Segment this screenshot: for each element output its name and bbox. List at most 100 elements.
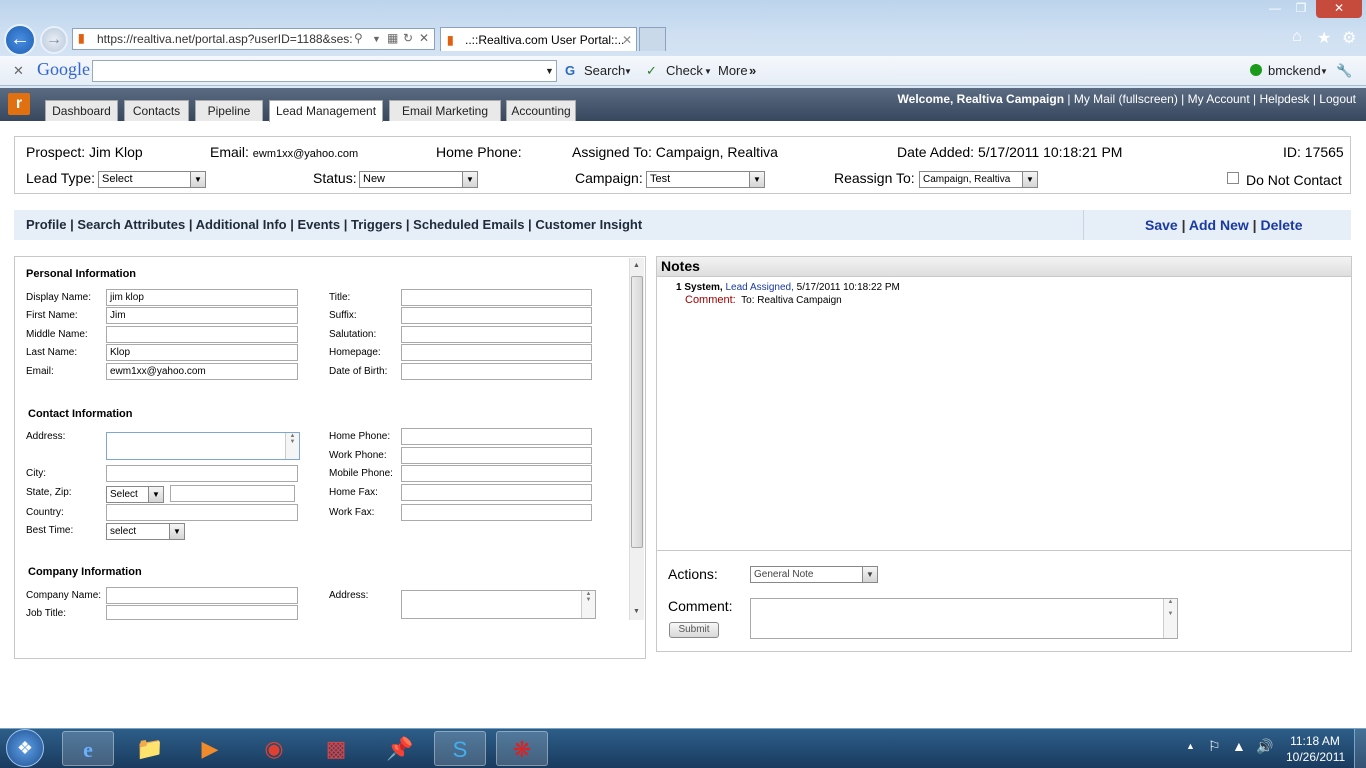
skype-icon[interactable]: S	[434, 731, 486, 766]
adobe-reader-icon[interactable]: ❋	[496, 731, 548, 766]
media-player-icon[interactable]: ▶	[184, 731, 236, 766]
tab-email-marketing[interactable]: Email Marketing	[389, 100, 501, 121]
ie-taskbar-icon[interactable]: e	[62, 731, 114, 766]
logout-link[interactable]: Logout	[1319, 92, 1356, 106]
suffix-input[interactable]	[401, 307, 592, 324]
action-center-icon[interactable]: ⚐	[1208, 738, 1221, 755]
close-window-icon[interactable]: ✕	[1316, 0, 1362, 18]
helpdesk-link[interactable]: Helpdesk	[1259, 92, 1309, 106]
browser-tab-active[interactable]: ▮ ..::Realtiva.com User Portal::.. ✕	[440, 27, 637, 51]
scheduled-emails-link[interactable]: Scheduled Emails	[413, 217, 524, 232]
forward-icon[interactable]: →	[40, 26, 68, 54]
events-link[interactable]: Events	[297, 217, 340, 232]
country-input[interactable]	[106, 504, 298, 521]
save-link[interactable]: Save	[1145, 217, 1178, 233]
tab-lead-management[interactable]: Lead Management	[269, 100, 383, 122]
scroll-down-icon[interactable]: ▼	[633, 608, 640, 615]
reassign-select[interactable]: Campaign, Realtiva ▼	[919, 171, 1038, 188]
network-icon[interactable]: ▲	[1232, 738, 1246, 754]
tools-gear-icon[interactable]: ⚙	[1342, 28, 1356, 48]
display-name-input[interactable]: jim klop	[106, 289, 298, 306]
address-textarea[interactable]: ▲ ▼	[106, 432, 300, 460]
campaign-select[interactable]: Test ▼	[646, 171, 765, 188]
start-button[interactable]: ❖	[6, 729, 44, 767]
google-search-button[interactable]: Search	[584, 63, 625, 78]
first-name-input[interactable]: Jim	[106, 307, 298, 324]
stop-icon[interactable]: ✕	[419, 31, 429, 45]
zip-input[interactable]	[170, 485, 295, 502]
delete-link[interactable]: Delete	[1260, 217, 1302, 233]
minimize-icon[interactable]: —	[1262, 0, 1288, 18]
status-select[interactable]: New ▼	[359, 171, 478, 188]
new-tab-button[interactable]	[639, 27, 666, 51]
home-phone-input[interactable]	[401, 428, 592, 445]
company-name-input[interactable]	[106, 587, 298, 604]
dob-input[interactable]	[401, 363, 592, 380]
work-fax-input[interactable]	[401, 504, 592, 521]
tab-contacts[interactable]: Contacts	[124, 100, 189, 121]
chevron-down-icon[interactable]: ▼	[545, 66, 554, 76]
profile-link[interactable]: Profile	[26, 217, 66, 232]
check-button[interactable]: Check	[666, 63, 703, 78]
my-mail-link[interactable]: My Mail (fullscreen)	[1074, 92, 1178, 106]
search-icon[interactable]: ⚲	[354, 31, 363, 45]
show-desktop-button[interactable]	[1354, 729, 1366, 768]
form-scrollbar[interactable]: ▲ ▼	[629, 258, 644, 620]
add-new-link[interactable]: Add New	[1189, 217, 1249, 233]
best-time-select[interactable]: select ▼	[106, 523, 185, 540]
google-search-input[interactable]	[92, 60, 557, 82]
lead-type-select[interactable]: Select ▼	[98, 171, 206, 188]
tab-accounting[interactable]: Accounting	[506, 100, 576, 121]
chevron-down-icon[interactable]: ▼	[1320, 67, 1328, 76]
title-input[interactable]	[401, 289, 592, 306]
customer-insight-link[interactable]: Customer Insight	[535, 217, 642, 232]
compat-view-icon[interactable]: ▦	[387, 31, 398, 45]
clock-date[interactable]: 10/26/2011	[1286, 750, 1345, 764]
triggers-link[interactable]: Triggers	[351, 217, 402, 232]
back-icon[interactable]: ←	[4, 24, 36, 56]
pushpin-icon[interactable]: 📌	[374, 731, 426, 766]
last-name-input[interactable]: Klop	[106, 344, 298, 361]
homepage-input[interactable]	[401, 344, 592, 361]
company-address-textarea[interactable]: ▲ ▼	[401, 590, 596, 619]
note-type[interactable]: Lead Assigned,	[725, 282, 793, 293]
email-input[interactable]: ewm1xx@yahoo.com	[106, 363, 298, 380]
home-fax-input[interactable]	[401, 484, 592, 501]
show-hidden-icons[interactable]: ▲	[1186, 741, 1195, 751]
additional-info-link[interactable]: Additional Info	[196, 217, 287, 232]
stacked-app-icon[interactable]: ▩	[310, 731, 362, 766]
favorites-star-icon[interactable]: ★	[1317, 28, 1331, 48]
salutation-input[interactable]	[401, 326, 592, 343]
tab-close-icon[interactable]: ✕	[622, 28, 632, 52]
middle-name-input[interactable]	[106, 326, 298, 343]
scroll-thumb[interactable]	[631, 276, 643, 548]
chrome-icon[interactable]: ◉	[248, 731, 300, 766]
my-account-link[interactable]: My Account	[1188, 92, 1250, 106]
job-title-input[interactable]	[106, 605, 298, 620]
chevron-down-icon[interactable]: ▼	[372, 34, 381, 44]
scroll-up-icon[interactable]: ▲	[633, 262, 640, 269]
work-phone-input[interactable]	[401, 447, 592, 464]
state-select[interactable]: Select ▼	[106, 486, 164, 503]
comment-textarea[interactable]: ▲ ▼	[750, 598, 1178, 639]
home-icon[interactable]: ⌂	[1292, 28, 1302, 46]
chevron-down-icon[interactable]: ▼	[624, 67, 632, 76]
clock-time[interactable]: 11:18 AM	[1286, 734, 1344, 748]
search-attributes-link[interactable]: Search Attributes	[77, 217, 185, 232]
mobile-phone-input[interactable]	[401, 465, 592, 482]
tab-dashboard[interactable]: Dashboard	[45, 100, 118, 121]
wrench-icon[interactable]: 🔧	[1336, 63, 1352, 79]
chevron-down-icon[interactable]: ▼	[704, 67, 712, 76]
google-user[interactable]: bmckend	[1268, 63, 1321, 78]
submit-button[interactable]: Submit	[669, 622, 719, 638]
action-type-select[interactable]: General Note ▼	[750, 566, 878, 583]
toolbar-close-icon[interactable]: ✕	[13, 63, 24, 79]
tab-pipeline[interactable]: Pipeline	[195, 100, 263, 121]
more-button[interactable]: More	[718, 63, 748, 78]
city-input[interactable]	[106, 465, 298, 482]
explorer-folder-icon[interactable]: 📁	[124, 731, 176, 766]
textarea-scrollbar[interactable]: ▲ ▼	[285, 433, 299, 459]
textarea-scrollbar[interactable]: ▲ ▼	[581, 591, 595, 618]
refresh-icon[interactable]: ↻	[403, 31, 413, 45]
volume-icon[interactable]: 🔊	[1256, 738, 1273, 755]
